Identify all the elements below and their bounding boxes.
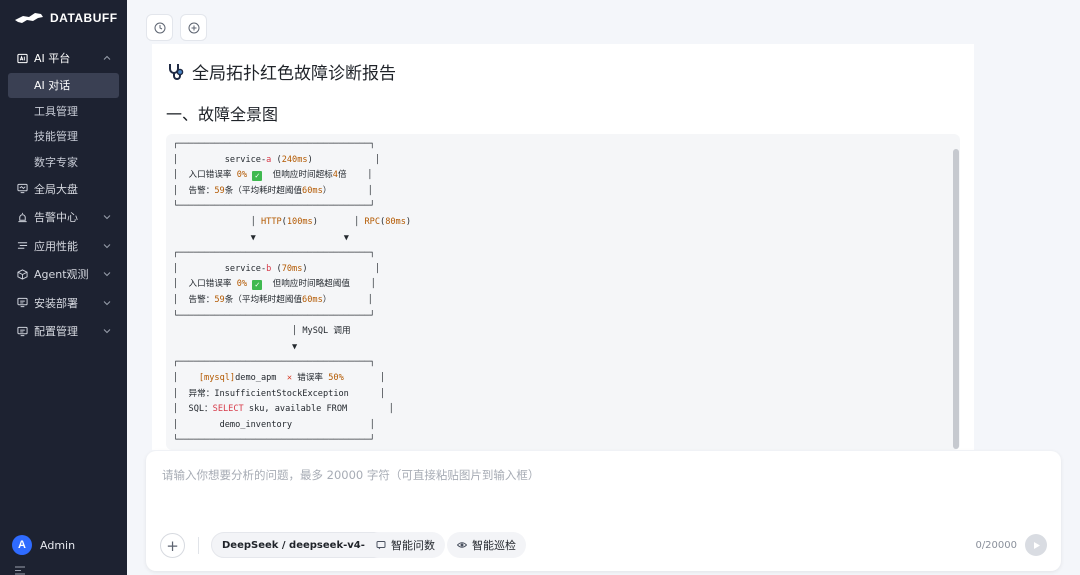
chevron-down-icon xyxy=(103,329,111,334)
check-mark-icon: ✓ xyxy=(252,171,263,182)
brand-name: DATABUFF xyxy=(50,11,118,25)
sidebar-item-label: 数字专家 xyxy=(34,155,78,169)
chevron-down-icon xyxy=(103,215,111,220)
fault-diagram-code-block: ┌─────────────────────────────────────┐ … xyxy=(166,134,960,450)
attach-button[interactable]: + xyxy=(160,533,185,558)
alarm-icon xyxy=(16,211,28,223)
ai-platform-icon xyxy=(16,52,28,64)
chat-composer: 请输入你想要分析的问题，最多 20000 字符（可直接粘贴图片到输入框） + D… xyxy=(146,451,1061,571)
history-icon xyxy=(154,22,165,33)
sidebar: DATABUFF AI 平台 AI 对话 工具管理 技能管理 数字专家 全局大盘 xyxy=(0,0,127,575)
sidebar-item-label: 技能管理 xyxy=(34,130,78,144)
chevron-down-icon xyxy=(103,243,111,248)
report-title: 全局拓扑红色故障诊断报告 xyxy=(166,59,396,84)
sidebar-item-skill-management[interactable]: 技能管理 xyxy=(0,124,127,150)
config-icon xyxy=(16,325,28,337)
user-menu[interactable]: A Admin xyxy=(12,535,75,555)
sidebar-item-config-management[interactable]: 配置管理 xyxy=(0,317,127,346)
fault-diagram: ┌─────────────────────────────────────┐ … xyxy=(173,139,412,446)
eye-icon xyxy=(457,542,467,548)
sidebar-item-label: 全局大盘 xyxy=(34,182,78,196)
plus-icon: + xyxy=(166,536,179,555)
chevron-down-icon xyxy=(103,300,111,305)
smart-patrol-label: 智能巡检 xyxy=(472,539,516,552)
send-icon xyxy=(1033,541,1040,549)
check-mark-icon: ✓ xyxy=(252,280,263,291)
model-select-label: DeepSeek / deepseek-v4- xyxy=(222,539,365,551)
sidebar-item-ai-chat[interactable]: AI 对话 xyxy=(8,72,119,98)
new-chat-button[interactable] xyxy=(180,14,207,41)
smart-query-label: 智能问数 xyxy=(391,539,435,552)
report-title-text: 全局拓扑红色故障诊断报告 xyxy=(192,64,396,84)
sidebar-item-install-deploy[interactable]: 安装部署 xyxy=(0,289,127,318)
stethoscope-icon xyxy=(169,63,184,80)
brand-logo[interactable]: DATABUFF xyxy=(14,11,118,25)
report-scrollbar[interactable] xyxy=(953,149,959,449)
apm-icon xyxy=(16,240,28,252)
smart-patrol-chip[interactable]: 智能巡检 xyxy=(447,532,526,558)
send-button[interactable] xyxy=(1025,534,1047,556)
sidebar-item-label: 配置管理 xyxy=(34,325,78,339)
model-select[interactable]: DeepSeek / deepseek-v4- xyxy=(211,532,390,558)
install-icon xyxy=(16,297,28,309)
nav-group-ai-platform-label: AI 平台 xyxy=(34,52,71,66)
collapse-sidebar-icon[interactable] xyxy=(14,566,26,575)
sidebar-item-label: 工具管理 xyxy=(34,104,78,118)
chat-bubble-icon xyxy=(376,541,386,550)
new-chat-icon xyxy=(188,22,199,33)
message-input[interactable]: 请输入你想要分析的问题，最多 20000 字符（可直接粘贴图片到输入框） xyxy=(162,467,539,483)
error-x-icon: ✕ xyxy=(286,372,293,383)
dashboard-icon xyxy=(16,183,28,195)
user-name: Admin xyxy=(40,538,76,552)
sidebar-item-label: AI 对话 xyxy=(34,79,71,93)
sidebar-item-label: 安装部署 xyxy=(34,296,78,310)
sidebar-item-label: 告警中心 xyxy=(34,211,78,225)
chevron-up-icon xyxy=(103,56,111,61)
sidebar-item-agent-observe[interactable]: Agent观测 xyxy=(0,260,127,289)
sidebar-nav: AI 平台 AI 对话 工具管理 技能管理 数字专家 全局大盘 告警中心 应用性… xyxy=(0,44,127,346)
sidebar-item-tool-management[interactable]: 工具管理 xyxy=(0,98,127,124)
section-title: 一、故障全景图 xyxy=(166,105,279,124)
report-panel: 全局拓扑红色故障诊断报告 一、故障全景图 ┌──────────────────… xyxy=(152,44,974,450)
avatar: A xyxy=(12,535,32,555)
sidebar-item-alarm-center[interactable]: 告警中心 xyxy=(0,203,127,232)
nav-group-ai-platform[interactable]: AI 平台 xyxy=(0,44,127,73)
sidebar-item-digital-expert[interactable]: 数字专家 xyxy=(0,149,127,175)
sidebar-item-label: 应用性能 xyxy=(34,239,78,253)
divider xyxy=(198,537,199,554)
sidebar-item-app-performance[interactable]: 应用性能 xyxy=(0,232,127,261)
agent-icon xyxy=(16,268,28,280)
smart-query-chip[interactable]: 智能问数 xyxy=(366,532,445,558)
panther-logo-icon xyxy=(15,13,43,23)
char-counter: 0/20000 xyxy=(975,540,1017,551)
history-button[interactable] xyxy=(146,14,173,41)
sidebar-item-global-dashboard[interactable]: 全局大盘 xyxy=(0,175,127,204)
sidebar-item-label: Agent观测 xyxy=(34,268,89,282)
chevron-down-icon xyxy=(103,272,111,277)
